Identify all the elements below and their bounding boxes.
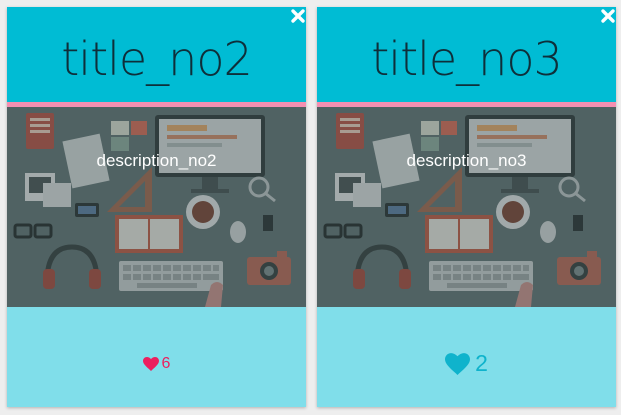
like-button[interactable]: 6 [7, 355, 306, 373]
card-description: description_no2 [96, 151, 217, 170]
card-title: title_no3 [371, 31, 562, 86]
heart-icon [445, 352, 471, 375]
like-button[interactable]: 2 [317, 350, 616, 377]
image-overlay [317, 107, 616, 307]
close-button[interactable] [600, 8, 616, 24]
card-footer: 6 [7, 307, 306, 407]
close-button[interactable] [290, 8, 306, 24]
image-overlay [7, 107, 306, 307]
close-icon [291, 9, 305, 23]
card-footer: 2 [317, 307, 616, 407]
like-count: 2 [475, 350, 488, 376]
card-title: title_no2 [61, 31, 252, 86]
card-image: description_no3 [317, 107, 616, 307]
like-count: 6 [161, 355, 171, 372]
card-title-no3: title_no3 description_no3 2 [317, 7, 616, 407]
card-description: description_no3 [406, 151, 527, 170]
close-icon [601, 9, 615, 23]
card-header: title_no2 [7, 7, 306, 102]
card-image: description_no2 [7, 107, 306, 307]
card-title-no2: title_no2 description_no2 6 [7, 7, 306, 407]
heart-icon [142, 357, 159, 371]
card-header: title_no3 [317, 7, 616, 102]
